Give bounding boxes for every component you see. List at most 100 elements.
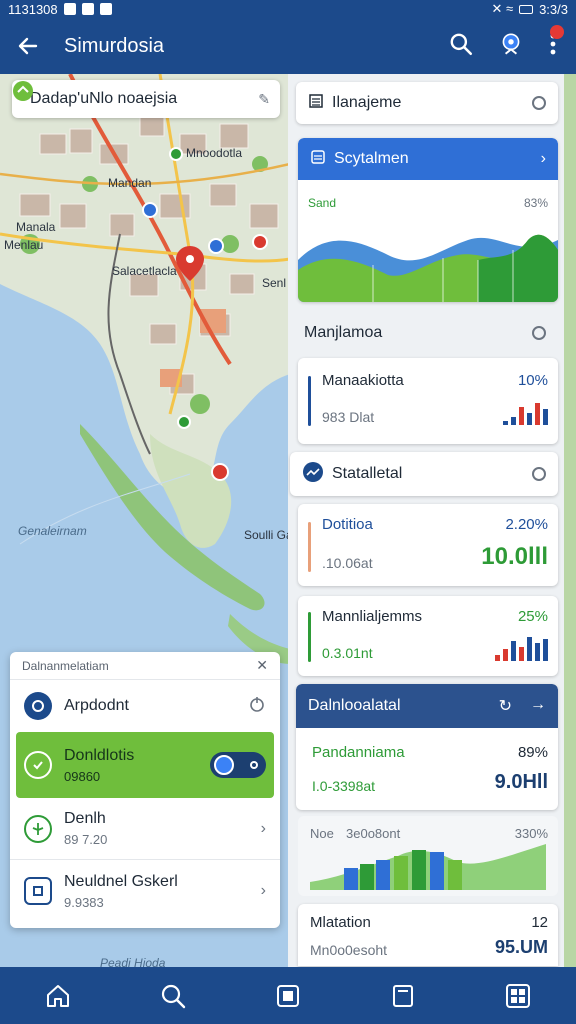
list-item[interactable]: Denlh 89 7.20 ›	[10, 798, 280, 860]
check-icon	[24, 751, 52, 779]
section-title: Statalletal	[332, 465, 403, 482]
toggle-switch[interactable]	[210, 752, 266, 778]
area-chart	[310, 844, 546, 890]
area-chart	[298, 234, 558, 302]
section-card[interactable]: Ilanajeme	[296, 82, 558, 124]
stat-sub: I.0-3398at	[312, 778, 376, 794]
notification-icon	[63, 3, 76, 15]
status-time: 1131308	[8, 1, 58, 17]
list-item-sub: 9.9383	[64, 894, 104, 910]
accent-bar	[308, 612, 311, 662]
group-header: Dalnlooalatal ↻ →	[296, 684, 558, 728]
map-label: Soulli Gatel	[244, 528, 290, 542]
location-pin-icon[interactable]	[498, 31, 524, 62]
stat-sub: .10.06at	[322, 555, 373, 571]
map-label: Genaleirnam	[18, 524, 87, 538]
radio-button[interactable]	[532, 467, 546, 481]
list-item-active[interactable]: Donldlotis 09860	[16, 732, 274, 798]
section-card[interactable]: Statalletal	[290, 452, 558, 496]
document-icon[interactable]	[383, 976, 423, 1016]
stat-sub: 983 Dlat	[322, 409, 375, 425]
notification-icon	[99, 3, 112, 15]
battery-icon	[519, 4, 534, 14]
chart-card[interactable]: Noe 3e0o8ont 330%	[298, 816, 558, 896]
map-label: Mandan	[108, 176, 152, 190]
notification-icon	[81, 3, 94, 15]
close-icon[interactable]: ✕	[256, 657, 268, 674]
notification-badge	[550, 24, 564, 39]
stat-label: Dotitioa	[322, 516, 373, 533]
stat-sub: Mn0o0esoht	[310, 942, 388, 958]
accent-bar	[308, 522, 311, 572]
radio-button[interactable]	[532, 326, 546, 340]
list-item-sub: 89 7.20	[64, 832, 108, 847]
bottom-nav	[0, 967, 576, 1024]
list-item[interactable]: Arpdodnt	[10, 680, 280, 732]
chart-icon	[310, 149, 326, 170]
square-icon[interactable]	[268, 976, 308, 1016]
left-card-header: Dalnanmelatiam	[22, 658, 109, 673]
list-item[interactable]: Neuldnel Gskerl 9.9383 ›	[10, 860, 280, 922]
section-title: Scytalmen	[334, 150, 409, 167]
map-label: Manala	[16, 220, 56, 234]
chevron-right-icon[interactable]: ›	[261, 820, 266, 838]
chart-card-header: Scytalmen ›	[298, 138, 558, 180]
pin-icon[interactable]: ✎	[258, 91, 270, 108]
stat-value: 12	[531, 914, 548, 931]
app-bar: Simurdosia	[0, 18, 576, 74]
stat-card[interactable]: Mannlialjemms 25% 0.3.01nt	[298, 596, 558, 676]
search-icon[interactable]	[153, 976, 193, 1016]
search-icon[interactable]	[448, 31, 474, 62]
back-arrow-icon[interactable]	[0, 18, 56, 74]
list-icon	[308, 93, 324, 114]
stat-value: 95.UM	[494, 937, 548, 957]
chart-card[interactable]: Scytalmen › Sand 83%	[298, 138, 558, 302]
stat-label: Mannlialjemms	[322, 608, 423, 625]
location-icon	[24, 692, 52, 720]
grid-icon[interactable]	[498, 976, 538, 1016]
stat-card[interactable]: Manaakiotta 10% 983 Dlat	[298, 358, 558, 444]
stat-card[interactable]: Dotitioa 2.20% .10.06at 10.0lll	[298, 504, 558, 586]
stat-card[interactable]: Mlatation 12 Mn0o0esoht 95.UM	[298, 904, 558, 966]
list-item-title: Denlh	[64, 810, 106, 827]
stat-percent: 2.20%	[505, 516, 548, 533]
map-search-text: Dadap'uNlo noaejsia	[30, 90, 178, 107]
section-card[interactable]: Manjlamoa	[292, 312, 558, 354]
plane-icon	[24, 814, 52, 843]
list-item-title: Donldlotis	[64, 746, 135, 764]
stat-percent: 10%	[517, 372, 548, 389]
chevron-right-icon[interactable]: ›	[261, 882, 266, 900]
map-label: Peadi Hioda	[100, 956, 166, 967]
status-bar: 1131308 ✕ ≈ 3:3/3	[0, 0, 576, 18]
globe-icon	[302, 461, 324, 488]
map-search-chip[interactable]: Dadap'uNlo noaejsia ✎	[12, 80, 280, 118]
arrow-right-icon[interactable]: →	[530, 696, 546, 716]
stat-value: 9.0Hll	[494, 771, 548, 793]
map-label: Salacetlacla	[112, 264, 177, 278]
app-title: Simurdosia	[64, 34, 165, 57]
list-item-title: Neuldnel Gskerl	[64, 872, 178, 890]
radio-button[interactable]	[532, 96, 546, 110]
list-item-sub: 09860	[64, 768, 101, 784]
stat-sub: 0.3.01nt	[322, 645, 373, 661]
home-icon[interactable]	[38, 976, 78, 1016]
map-label: Menlau	[4, 238, 44, 252]
stat-percent: 25%	[517, 608, 548, 625]
section-title: Dalnlooalatal	[308, 697, 401, 714]
power-icon[interactable]	[248, 695, 266, 718]
more-icon[interactable]	[548, 24, 564, 62]
stat-value: 10.0lll	[481, 543, 548, 570]
scroll-strip[interactable]	[564, 74, 576, 967]
accent-bar	[308, 376, 311, 426]
left-list-card: Dalnanmelatiam ✕ Arpdodnt Donldlotis 098…	[10, 652, 280, 928]
refresh-icon[interactable]: ↻	[499, 696, 512, 716]
stat-label: Mlatation	[310, 914, 371, 931]
chevron-right-icon[interactable]: ›	[541, 150, 546, 168]
map-label: Senl	[262, 276, 287, 290]
map-label: Mnoodotla	[186, 146, 243, 160]
stat-card-group[interactable]: Dalnlooalatal ↻ → Pandanniama 89% I.0-33…	[296, 684, 558, 810]
status-clock: 3:3/3	[539, 1, 568, 17]
wifi-icon: ✕ ≈	[491, 1, 514, 16]
mini-bar-chart	[503, 399, 548, 425]
section-title: Ilanajeme	[332, 94, 402, 111]
